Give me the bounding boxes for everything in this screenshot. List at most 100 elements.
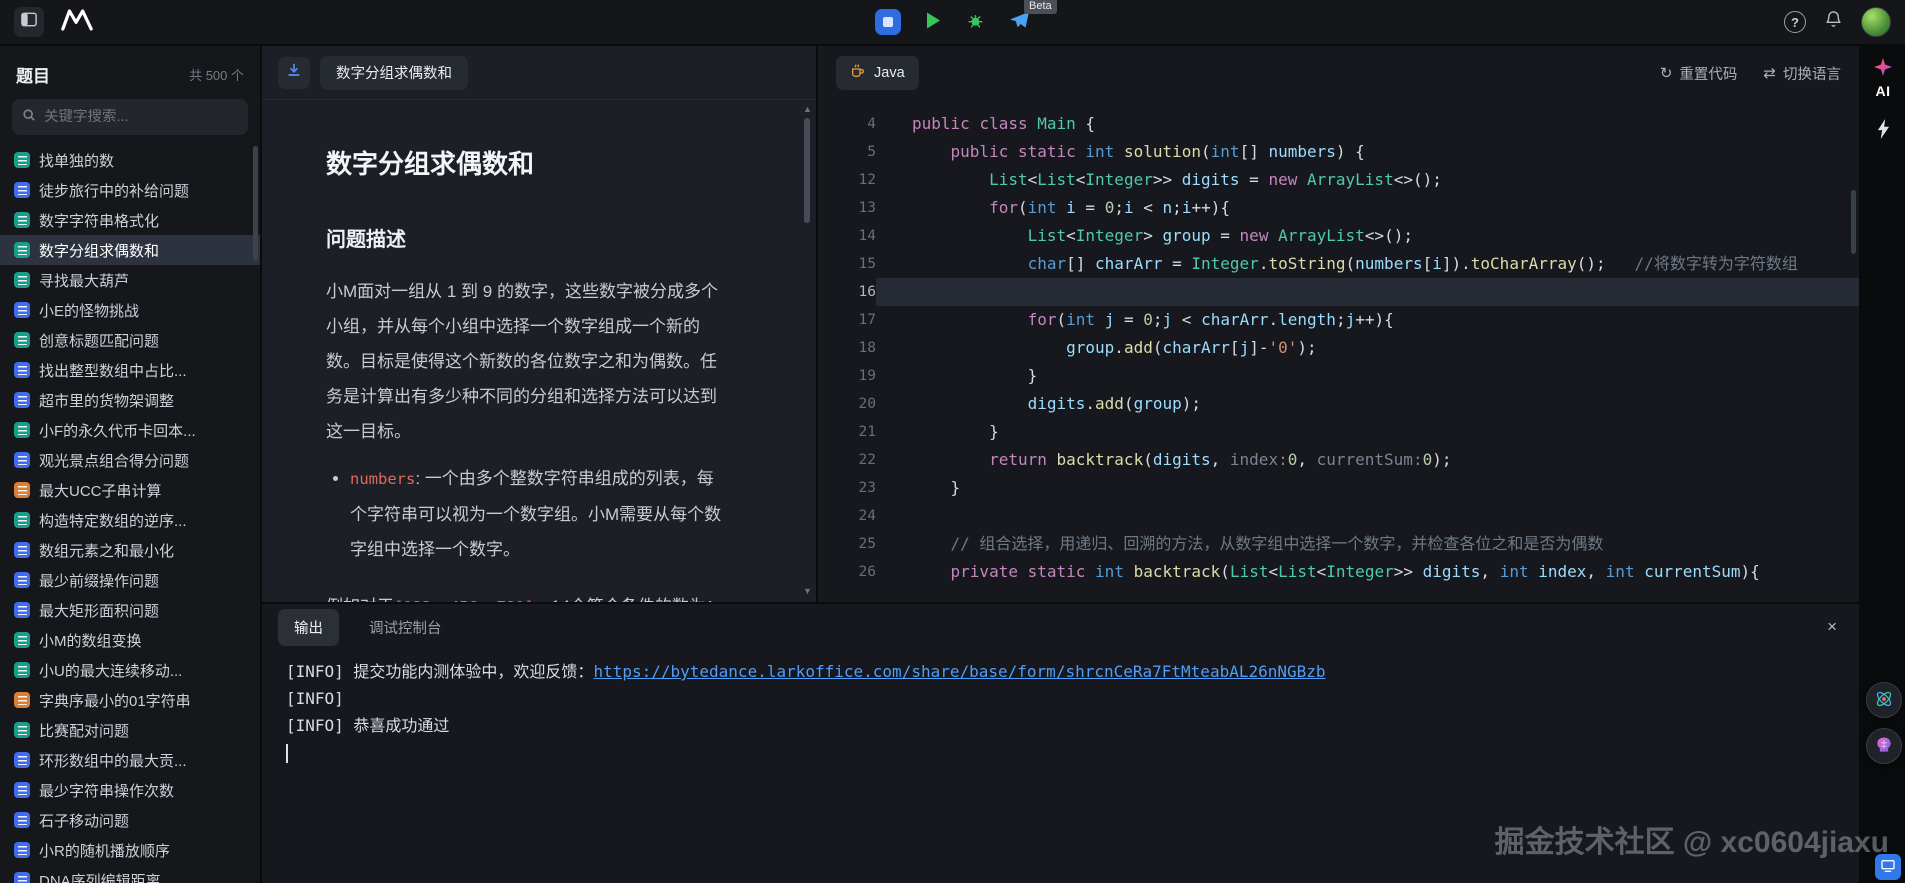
problem-list-item[interactable]: 最大UCC子串计算 [0, 475, 260, 505]
problem-list-item[interactable]: 字典序最小的01字符串 [0, 685, 260, 715]
problem-list-item[interactable]: 比赛配对问题 [0, 715, 260, 745]
difficulty-icon [14, 302, 30, 318]
problem-list-item[interactable]: 数字分组求偶数和 [0, 235, 260, 265]
brain-icon [1874, 735, 1894, 758]
notifications-button[interactable] [1824, 10, 1843, 34]
problem-tab-label: 数字分组求偶数和 [336, 66, 452, 82]
problem-list-item[interactable]: 超市里的货物架调整 [0, 385, 260, 415]
problem-list-item[interactable]: 小E的怪物挑战 [0, 295, 260, 325]
problem-list-item[interactable]: 徒步旅行中的补给问题 [0, 175, 260, 205]
description-scrollbar-thumb[interactable] [804, 118, 810, 223]
close-console-icon[interactable]: × [1821, 617, 1843, 637]
tab-debug-console[interactable]: 调试控制台 [353, 609, 458, 646]
sidebar-toggle-button[interactable] [14, 7, 44, 37]
problem-list: 找单独的数 徒步旅行中的补给问题 数字字符串格式化 数字分组求偶数和 寻找最大葫… [0, 145, 260, 883]
problem-list-item[interactable]: DNA序列编辑距离 [0, 865, 260, 883]
problem-list-item[interactable]: 构造特定数组的逆序... [0, 505, 260, 535]
code-line: 4 public class Main { [818, 110, 1859, 138]
code-text: } [912, 478, 961, 497]
example-mid: ，14个符合条件的数为： [534, 597, 723, 602]
submit-button[interactable] [1009, 11, 1030, 33]
difficulty-icon [14, 572, 30, 588]
code-text: return backtrack(digits, index:0, curren… [989, 450, 1452, 469]
problem-list-item[interactable]: 小R的随机播放顺序 [0, 835, 260, 865]
problem-list-item[interactable]: 数字字符串格式化 [0, 205, 260, 235]
problem-item-label: 石子移动问题 [39, 812, 130, 830]
problem-list-item[interactable]: 找出整型数组中占比... [0, 355, 260, 385]
problem-item-label: 观光景点组合得分问题 [39, 452, 190, 470]
difficulty-icon [14, 212, 30, 228]
ai-assistant-button[interactable]: AI [1874, 58, 1892, 99]
run-button[interactable] [925, 11, 942, 33]
scroll-down-icon[interactable]: ▼ [800, 586, 815, 596]
difficulty-icon [14, 362, 30, 378]
tools-button[interactable] [1876, 119, 1891, 144]
code-line: 13 for(int i = 0;i < n;i++){ [818, 194, 1859, 222]
line-number: 23 [858, 480, 876, 496]
problem-list-item[interactable]: 石子移动问题 [0, 805, 260, 835]
problem-tab[interactable]: 数字分组求偶数和 [320, 55, 468, 90]
difficulty-icon [14, 152, 30, 168]
problem-list-item[interactable]: 小F的永久代币卡回本... [0, 415, 260, 445]
app: Beta ? 题目 共 500 个 关键字搜索... 找单独的数 徒步旅行中的补… [0, 0, 1905, 883]
search-input[interactable] [44, 109, 238, 125]
console-link[interactable]: https://bytedance.larkoffice.com/share/b… [593, 662, 1325, 681]
line-number: 18 [858, 340, 876, 356]
scroll-up-icon[interactable]: ▲ [800, 104, 815, 114]
brain-assistant-button[interactable] [1866, 728, 1902, 764]
editor-scrollbar-thumb[interactable] [1851, 190, 1856, 254]
code-area[interactable]: 4 public class Main { 5 public static in… [818, 100, 1859, 602]
code-text: group.add(charArr[j]-'0'); [1066, 338, 1317, 357]
beta-badge: Beta [1024, 0, 1057, 14]
problem-list-item[interactable]: 最大矩形面积问题 [0, 595, 260, 625]
difficulty-icon [14, 812, 30, 828]
java-coffee-icon [850, 63, 866, 83]
code-text: } [912, 422, 999, 441]
paper-plane-icon [1009, 11, 1030, 33]
topbar: Beta ? [0, 0, 1905, 44]
line-number: 4 [867, 116, 876, 132]
code-text: private static int backtrack(List<List<I… [950, 562, 1760, 581]
sidebar-toggle-icon [21, 12, 37, 32]
problem-list-item[interactable]: 寻找最大葫芦 [0, 265, 260, 295]
search-box[interactable] [12, 99, 248, 135]
reset-code-button[interactable]: ↻ 重置代码 [1660, 63, 1738, 84]
problem-item-label: 最少前缀操作问题 [39, 572, 160, 590]
description-scrollbar[interactable]: ▲ ▼ [800, 102, 815, 598]
feedback-widget-button[interactable] [1875, 854, 1901, 880]
difficulty-icon [14, 242, 30, 258]
problem-list-item[interactable]: 最少字符串操作次数 [0, 775, 260, 805]
problem-list-item[interactable]: 数组元素之和最小化 [0, 535, 260, 565]
stop-button[interactable] [875, 9, 901, 35]
difficulty-icon [14, 752, 30, 768]
debug-button[interactable] [966, 11, 985, 33]
help-button[interactable]: ? [1784, 11, 1806, 33]
problem-list-item[interactable]: 创意标题匹配问题 [0, 325, 260, 355]
difficulty-icon [14, 512, 30, 528]
difficulty-icon [14, 422, 30, 438]
problem-list-item[interactable]: 观光景点组合得分问题 [0, 445, 260, 475]
switch-language-button[interactable]: ⇄ 切换语言 [1763, 63, 1841, 84]
app-logo[interactable] [60, 7, 94, 37]
tab-output[interactable]: 输出 [278, 608, 339, 646]
problem-list-item[interactable]: 最少前缀操作问题 [0, 565, 260, 595]
problem-list-item[interactable]: 环形数组中的最大贡... [0, 745, 260, 775]
problem-list-item[interactable]: 小M的数组变换 [0, 625, 260, 655]
example-paragraph: 例如对于[123, 456, 789]，14个符合条件的数为：147 149 1… [326, 589, 724, 602]
switch-language-icon: ⇄ [1763, 65, 1776, 82]
stop-icon [883, 17, 893, 27]
code-line: 26 private static int backtrack(List<Lis… [818, 558, 1859, 586]
atom-assistant-button[interactable] [1866, 682, 1902, 718]
problem-list-item[interactable]: 小U的最大连续移动... [0, 655, 260, 685]
language-tab[interactable]: Java [836, 56, 919, 90]
sidebar-scrollbar[interactable] [253, 146, 258, 261]
problem-list-item[interactable]: 找单独的数 [0, 145, 260, 175]
line-number: 14 [858, 228, 876, 244]
problem-item-label: 找出整型数组中占比... [39, 362, 187, 380]
tab-debug-label: 调试控制台 [369, 620, 442, 637]
inline-code: numbers [350, 470, 416, 488]
user-avatar[interactable] [1861, 7, 1891, 37]
code-line: 20 digits.add(group); [818, 390, 1859, 418]
collapse-description-button[interactable] [278, 56, 310, 89]
code-text: digits.add(group); [1027, 394, 1202, 413]
